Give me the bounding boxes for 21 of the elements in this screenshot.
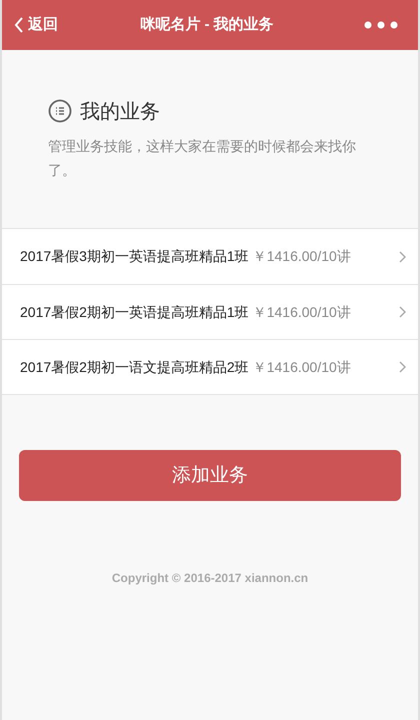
service-price: ￥1416.00/10讲	[252, 302, 351, 322]
back-button[interactable]: 返回	[14, 14, 58, 36]
service-price: ￥1416.00/10讲	[252, 247, 351, 266]
copyright-text: Copyright © 2016-2017 xiannon.cn	[110, 570, 310, 587]
chevron-right-icon	[399, 306, 406, 318]
page-title: 咪呢名片 - 我的业务	[139, 14, 275, 35]
section-description: 管理业务技能，这样大家在需要的时候都会来找你了。	[48, 137, 357, 180]
service-item[interactable]: 2017暑假3期初一英语提高班精品1班 ￥1416.00/10讲	[2, 229, 418, 284]
service-item[interactable]: 2017暑假2期初一英语提高班精品1班 ￥1416.00/10讲	[2, 284, 418, 339]
chevron-left-icon	[14, 17, 24, 33]
list-icon	[48, 99, 72, 123]
more-icon	[364, 21, 398, 29]
chevron-right-icon	[399, 250, 406, 262]
section-title: 我的业务	[80, 98, 160, 125]
service-name: 2017暑假3期初一英语提高班精品1班	[20, 247, 249, 266]
service-name: 2017暑假2期初一英语提高班精品1班	[20, 302, 249, 322]
service-name: 2017暑假2期初一语文提高班精品2班	[20, 358, 249, 376]
add-service-button[interactable]: 添加业务	[19, 450, 401, 501]
service-item[interactable]: 2017暑假2期初一语文提高班精品2班 ￥1416.00/10讲	[2, 339, 418, 394]
chevron-right-icon	[399, 361, 406, 373]
service-price: ￥1416.00/10讲	[252, 358, 351, 376]
